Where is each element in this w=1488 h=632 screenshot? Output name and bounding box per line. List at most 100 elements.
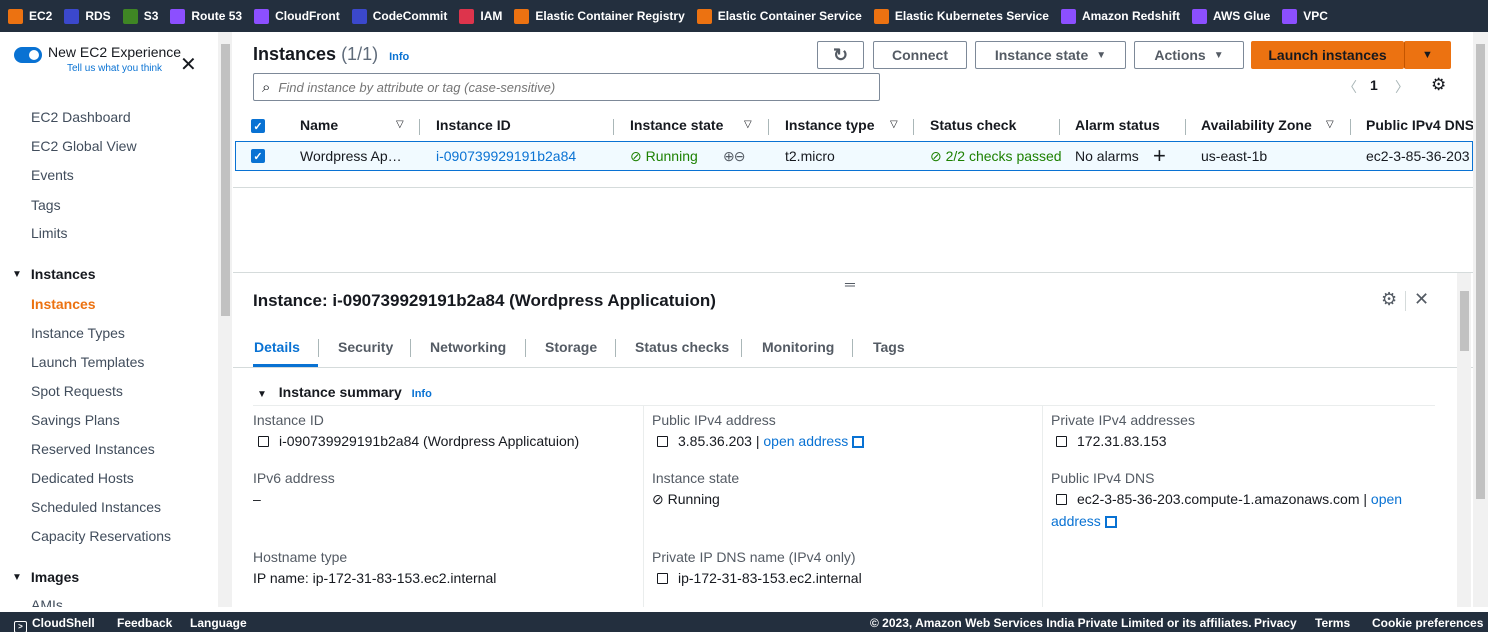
filter-icon[interactable]: ▽ xyxy=(396,119,404,130)
row-checkbox[interactable]: ✓ xyxy=(251,149,265,163)
service-link-iam[interactable]: IAM xyxy=(459,8,502,24)
tab-security[interactable]: Security xyxy=(338,339,393,355)
sidebar-scrollbar[interactable] xyxy=(218,32,232,607)
tab-details[interactable]: Details xyxy=(254,339,300,355)
sidebar-item-instance-types[interactable]: Instance Types xyxy=(31,325,125,341)
open-address-link[interactable]: open address xyxy=(763,433,848,449)
cookie-preferences-link[interactable]: Cookie preferences xyxy=(1372,616,1483,630)
sidebar-item-limits[interactable]: Limits xyxy=(31,225,68,241)
service-link-amazon-redshift[interactable]: Amazon Redshift xyxy=(1060,8,1180,24)
sidebar-item-events[interactable]: Events xyxy=(31,167,74,183)
header-instance-state[interactable]: Instance state xyxy=(630,112,723,138)
prev-page-icon[interactable]: 〈 xyxy=(1343,77,1357,97)
tab-storage[interactable]: Storage xyxy=(545,339,597,355)
copy-icon[interactable] xyxy=(1056,436,1067,447)
sidebar-item-scheduled-instances[interactable]: Scheduled Instances xyxy=(31,499,161,515)
details-scroll-thumb[interactable] xyxy=(1460,291,1469,351)
copy-icon[interactable] xyxy=(1056,494,1067,505)
tab-status-checks[interactable]: Status checks xyxy=(635,339,729,355)
tab-networking[interactable]: Networking xyxy=(430,339,506,355)
sidebar-item-launch-templates[interactable]: Launch Templates xyxy=(31,354,144,370)
column-separator[interactable] xyxy=(419,119,420,135)
privacy-link[interactable]: Privacy xyxy=(1254,616,1297,630)
instance-search[interactable]: ⌕ xyxy=(253,73,880,101)
header-status-check[interactable]: Status check xyxy=(930,112,1016,138)
cloudshell-button[interactable]: > CloudShell xyxy=(14,616,95,632)
settings-gear-icon[interactable]: ⚙ xyxy=(1381,289,1397,310)
filter-icon[interactable]: ▽ xyxy=(890,119,898,130)
search-input[interactable] xyxy=(278,79,839,95)
terms-link[interactable]: Terms xyxy=(1315,616,1350,630)
page-scrollbar[interactable] xyxy=(1473,32,1488,607)
sidebar-item-reserved-instances[interactable]: Reserved Instances xyxy=(31,441,155,457)
open-link[interactable]: open xyxy=(1371,491,1402,507)
service-link-elastic-container-registry[interactable]: Elastic Container Registry xyxy=(514,8,685,24)
service-link-route-53[interactable]: Route 53 xyxy=(170,8,242,24)
cell-instance-id[interactable]: i-090739929191b2a84 xyxy=(436,148,576,164)
service-link-codecommit[interactable]: CodeCommit xyxy=(351,8,447,24)
header-alarm-status[interactable]: Alarm status xyxy=(1075,112,1160,138)
sidebar-item-capacity-reservations[interactable]: Capacity Reservations xyxy=(31,528,171,544)
zoom-icons[interactable]: ⊕⊖ xyxy=(723,148,745,165)
copy-icon[interactable] xyxy=(258,436,269,447)
summary-info-link[interactable]: Info xyxy=(412,388,432,400)
column-separator[interactable] xyxy=(913,119,914,135)
header-name[interactable]: Name xyxy=(300,112,338,138)
external-link-icon[interactable] xyxy=(852,436,865,448)
settings-gear-icon[interactable]: ⚙ xyxy=(1431,75,1446,95)
new-experience-toggle[interactable] xyxy=(14,47,42,63)
close-icon[interactable]: ✕ xyxy=(180,52,197,77)
filter-icon[interactable]: ▽ xyxy=(744,119,752,130)
add-alarm-icon[interactable]: + xyxy=(1153,143,1166,169)
header-public-dns[interactable]: Public IPv4 DNS xyxy=(1366,112,1473,138)
sidebar-item-instances[interactable]: Instances xyxy=(31,296,96,312)
sidebar-item-ec2-global-view[interactable]: EC2 Global View xyxy=(31,138,137,154)
connect-button[interactable]: Connect xyxy=(873,41,967,69)
sidebar-item-dedicated-hosts[interactable]: Dedicated Hosts xyxy=(31,470,134,486)
table-row[interactable] xyxy=(235,141,1473,171)
header-availability-zone[interactable]: Availability Zone xyxy=(1201,112,1312,138)
page-number[interactable]: 1 xyxy=(1370,77,1378,93)
service-link-rds[interactable]: RDS xyxy=(64,8,111,24)
tab-tags[interactable]: Tags xyxy=(873,339,905,355)
copy-icon[interactable] xyxy=(657,573,668,584)
details-scrollbar[interactable] xyxy=(1457,273,1471,607)
section-images[interactable]: ▼ Images xyxy=(12,569,79,585)
service-link-vpc[interactable]: VPC xyxy=(1282,8,1328,24)
external-link-icon[interactable] xyxy=(1104,516,1117,528)
column-separator[interactable] xyxy=(1350,119,1351,135)
filter-icon[interactable]: ▽ xyxy=(1326,119,1334,130)
language-button[interactable]: Language xyxy=(190,616,247,630)
sidebar-item-spot-requests[interactable]: Spot Requests xyxy=(31,383,123,399)
next-page-icon[interactable]: 〉 xyxy=(1395,77,1409,97)
service-link-elastic-container-service[interactable]: Elastic Container Service xyxy=(696,8,862,24)
sidebar-item-tags[interactable]: Tags xyxy=(31,197,61,213)
launch-instances-button[interactable]: Launch instances xyxy=(1251,41,1404,69)
column-separator[interactable] xyxy=(768,119,769,135)
column-separator[interactable] xyxy=(1059,119,1060,135)
feedback-button[interactable]: Feedback xyxy=(117,616,172,630)
tab-monitoring[interactable]: Monitoring xyxy=(762,339,834,355)
column-separator[interactable] xyxy=(1185,119,1186,135)
close-icon[interactable]: ✕ xyxy=(1414,289,1429,310)
feedback-link[interactable]: Tell us what you think xyxy=(48,63,181,74)
sidebar-item-amis[interactable]: AMIs xyxy=(31,597,63,607)
instance-state-button[interactable]: Instance state ▼ xyxy=(975,41,1126,69)
section-instances[interactable]: ▼ Instances xyxy=(12,266,96,282)
actions-button[interactable]: Actions ▼ xyxy=(1134,41,1244,69)
column-separator[interactable] xyxy=(613,119,614,135)
sidebar-item-savings-plans[interactable]: Savings Plans xyxy=(31,412,120,428)
header-instance-type[interactable]: Instance type xyxy=(785,112,874,138)
instance-summary-header[interactable]: ▼ Instance summary Info xyxy=(257,384,432,400)
address-link[interactable]: address xyxy=(1051,513,1101,529)
service-link-elastic-kubernetes-service[interactable]: Elastic Kubernetes Service xyxy=(873,8,1049,24)
info-link[interactable]: Info xyxy=(389,51,409,63)
refresh-button[interactable]: ↻ xyxy=(817,41,864,69)
launch-instances-dropdown[interactable]: ▼ xyxy=(1404,41,1451,69)
service-link-cloudfront[interactable]: CloudFront xyxy=(254,8,340,24)
sidebar-scroll-thumb[interactable] xyxy=(221,44,230,316)
page-scroll-thumb[interactable] xyxy=(1476,44,1485,499)
select-all-checkbox[interactable]: ✓ xyxy=(251,119,265,133)
sidebar-item-ec2-dashboard[interactable]: EC2 Dashboard xyxy=(31,109,131,125)
service-link-s3[interactable]: S3 xyxy=(122,8,158,24)
